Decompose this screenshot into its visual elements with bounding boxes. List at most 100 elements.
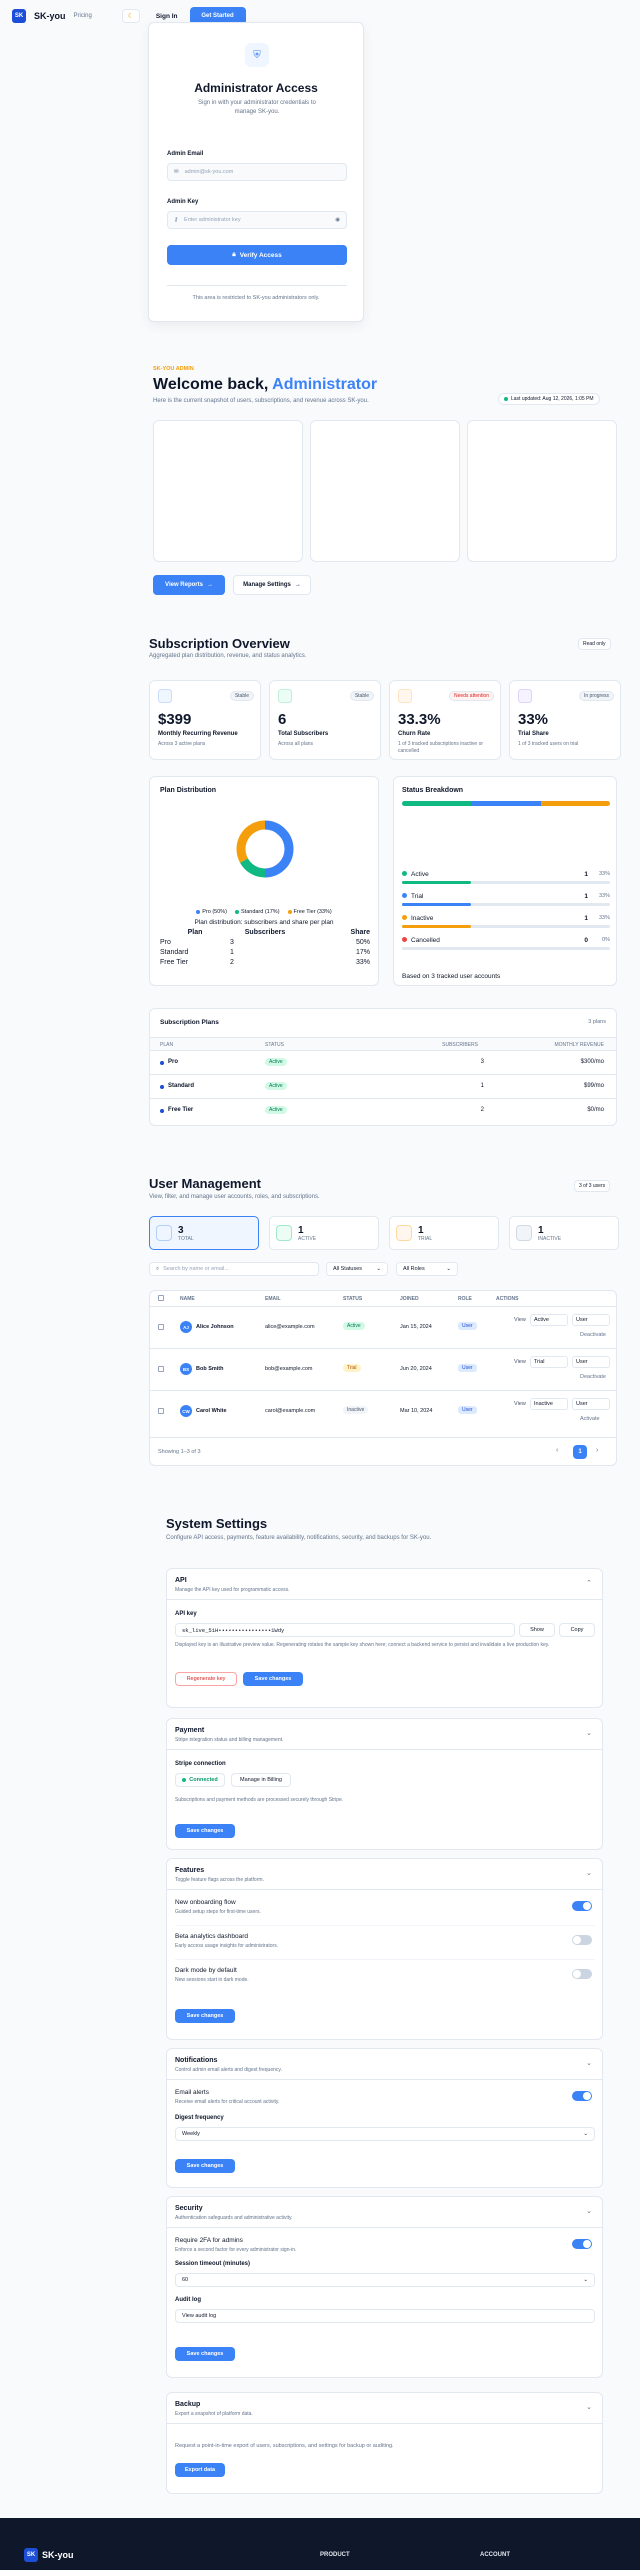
payment-subtitle: Stripe integration status and billing ma… — [175, 1737, 284, 1743]
manage-billing-button[interactable]: Manage in Billing — [231, 1773, 291, 1787]
admin-key-field[interactable]: ⚷ Enter administrator key ◉ — [167, 211, 347, 229]
legend-swatch — [287, 910, 292, 914]
status-fill — [402, 903, 471, 906]
status-dot — [182, 1778, 187, 1782]
plan-dot — [160, 1061, 164, 1065]
email-field[interactable]: ✉ admin@sk-you.com — [167, 163, 347, 181]
security-subtitle: Authentication safeguards and administra… — [175, 2215, 293, 2221]
role-select[interactable]: User — [572, 1314, 610, 1326]
showing-text: Showing 1–3 of 3 — [158, 1449, 201, 1455]
chevron-down-icon[interactable]: ⌄ — [586, 2207, 592, 2215]
api-title: API — [175, 1577, 187, 1584]
api-note: Displayed key is an illustrative preview… — [175, 1642, 550, 1648]
logo-icon[interactable]: SK — [12, 9, 26, 23]
view-reports-button[interactable]: View Reports → — [153, 575, 225, 595]
feature-toggle[interactable] — [572, 1901, 592, 1911]
security-save-button[interactable]: Save changes — [175, 2347, 235, 2361]
digest-select[interactable]: Weekly ⌄ — [175, 2127, 595, 2141]
audit-label: Audit log — [175, 2297, 201, 2303]
user-search-input[interactable]: ⌕ Search by name or email... — [149, 1262, 319, 1276]
export-data-button[interactable]: Export data — [175, 2463, 225, 2477]
stat-card: Stable $399 Monthly Recurring Revenue Acros… — [149, 680, 261, 760]
row-checkbox[interactable] — [158, 1324, 164, 1330]
stat-tile-total[interactable]: 3 TOTAL — [149, 1216, 259, 1250]
status-row: Active 33% 1 — [402, 871, 610, 884]
table-cell: 2 — [230, 959, 234, 966]
view-user-link[interactable]: View — [514, 1359, 526, 1365]
plan-name: Pro — [168, 1059, 179, 1065]
feature-toggle[interactable] — [572, 1935, 592, 1945]
notifications-save-button[interactable]: Save changes — [175, 2159, 235, 2173]
email-alerts-toggle[interactable] — [572, 2091, 592, 2101]
toggle-active-link[interactable]: Deactivate — [580, 1374, 606, 1380]
chevron-up-icon[interactable]: ⌃ — [586, 1579, 592, 1587]
role-filter-select[interactable]: All Roles ⌄ — [396, 1262, 458, 1276]
features-save-button[interactable]: Save changes — [175, 2009, 235, 2023]
brand-name[interactable]: SK-you — [34, 11, 66, 21]
stat-value: 6 — [278, 711, 287, 728]
feature-label: Dark mode by default — [175, 1967, 237, 1974]
feature-toggle[interactable] — [572, 1969, 592, 1979]
api-save-button[interactable]: Save changes — [243, 1672, 303, 1686]
stat-value: 33.3% — [398, 711, 441, 728]
status-select[interactable]: Inactive — [530, 1398, 568, 1410]
stat-tile-inactive[interactable]: 1 INACTIVE — [509, 1216, 619, 1250]
connected-badge: Connected — [175, 1773, 225, 1787]
role-select[interactable]: User — [572, 1356, 610, 1368]
chevron-down-icon[interactable]: ⌄ — [586, 2403, 592, 2411]
status-filter-select[interactable]: All Statuses ⌄ — [326, 1262, 388, 1276]
pricing-link[interactable]: Pricing — [74, 13, 92, 19]
view-audit-log-button[interactable]: View audit log — [175, 2309, 595, 2323]
toggle-active-link[interactable]: Activate — [580, 1416, 600, 1422]
toggle-active-link[interactable]: Deactivate — [580, 1332, 606, 1338]
backup-note: Request a point-in-time export of users,… — [175, 2443, 394, 2449]
timeout-select[interactable]: 60 ⌄ — [175, 2273, 595, 2287]
security-title: Security — [175, 2205, 203, 2212]
sign-in-link[interactable]: Sign In — [156, 13, 178, 20]
plan-subscribers: 1 — [480, 1083, 484, 1089]
column-header: Plan — [187, 929, 203, 936]
show-key-button[interactable]: Show — [519, 1623, 555, 1637]
divider — [167, 1889, 602, 1890]
user-joined: Jan 15, 2024 — [400, 1324, 432, 1330]
stat-tile-active[interactable]: 1 ACTIVE — [269, 1216, 379, 1250]
dist-row: Pro 3 50% — [160, 939, 370, 949]
prev-page-button[interactable]: ‹ — [556, 1447, 558, 1454]
status-pct: 0% — [602, 937, 610, 943]
view-user-link[interactable]: View — [514, 1401, 526, 1407]
stat-tile-trial[interactable]: 1 TRIAL — [389, 1216, 499, 1250]
chevron-down-icon[interactable]: ⌄ — [586, 1729, 592, 1737]
status-label: Cancelled — [411, 937, 440, 944]
status-pct: 33% — [598, 915, 610, 921]
regenerate-key-button[interactable]: Regenerate key — [175, 1672, 237, 1686]
status-select[interactable]: Active — [530, 1314, 568, 1326]
status-count: 0 — [584, 937, 588, 944]
welcome-subtitle: Here is the current snapshot of users, s… — [153, 398, 369, 404]
theme-toggle[interactable]: ☾ — [121, 9, 140, 23]
next-page-button[interactable]: › — [596, 1447, 598, 1454]
subs-title: Subscription Overview — [149, 636, 290, 651]
feature-sub: Early access usage insights for administ… — [175, 1943, 279, 1949]
row-checkbox[interactable] — [158, 1408, 164, 1414]
plan-status-badge: Active — [265, 1106, 287, 1114]
verify-access-button[interactable]: 🔒︎ Verify Access — [167, 245, 347, 265]
copy-key-button[interactable]: Copy — [559, 1623, 595, 1637]
status-select[interactable]: Trial — [530, 1356, 568, 1368]
footer-brand[interactable]: SK-you — [42, 2550, 74, 2560]
eye-icon[interactable]: ◉ — [335, 217, 340, 223]
page-1-button[interactable]: 1 — [573, 1445, 587, 1459]
users-subtitle: View, filter, and manage user accounts, … — [149, 1194, 320, 1200]
payment-save-button[interactable]: Save changes — [175, 1824, 235, 1838]
status-count: 1 — [584, 871, 588, 878]
column-header[interactable]: NAME — [180, 1296, 195, 1302]
twofa-toggle[interactable] — [572, 2239, 592, 2249]
chevron-down-icon[interactable]: ⌄ — [586, 2059, 592, 2067]
view-user-link[interactable]: View — [514, 1317, 526, 1323]
manage-settings-button[interactable]: Manage Settings → — [233, 575, 311, 595]
row-checkbox[interactable] — [158, 1366, 164, 1372]
select-all-checkbox[interactable] — [158, 1295, 164, 1301]
chevron-down-icon[interactable]: ⌄ — [586, 1869, 592, 1877]
plan-name: Free Tier — [168, 1107, 194, 1113]
users-title: User Management — [149, 1176, 261, 1191]
role-select[interactable]: User — [572, 1398, 610, 1410]
